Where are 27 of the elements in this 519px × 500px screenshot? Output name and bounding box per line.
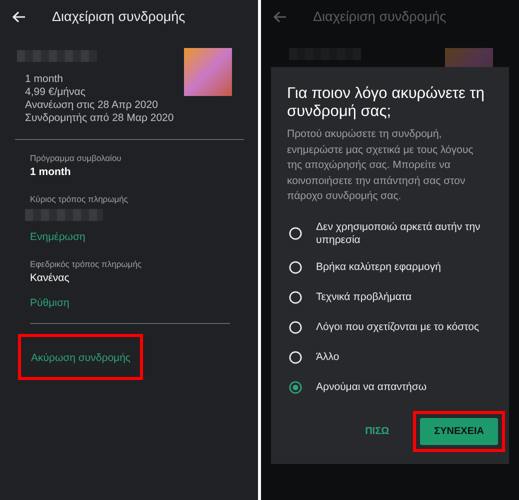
action-link[interactable]: Ενημέρωση (30, 230, 228, 246)
option-label[interactable]: Βρήκα καλύτερη εφαρμογή (316, 261, 441, 274)
detail-text: 4,99 €/μήνας (25, 86, 86, 99)
field-value: 1 month (30, 164, 72, 180)
field-label: Κύριος τρόπος πληρωμής (30, 192, 129, 206)
option-label[interactable]: Δεν χρησιμοποιώ αρκετά αυτήν την υπηρεσία (316, 220, 493, 246)
dialog-description: Προτού ακυρώσετε τη συνδρομή, ενημερώστε μας σχετικά με τους λόγους της αποχώρησής σας. Μπορείτε να κοινοποιήσετε την απάντησή σας στον πάροχο συνδρομής σας. (287, 127, 474, 204)
screen-title: Διαχείριση συνδρομής (52, 8, 186, 26)
dialog-title: Για ποιον λόγο ακυρώνετε τη συνδρομή σας; (287, 85, 486, 121)
background-title: Διαχείριση συνδρομής (313, 8, 446, 26)
back-icon[interactable] (12, 11, 26, 23)
option-label[interactable]: Λόγοι που σχετίζονται με το κόστος (316, 321, 480, 334)
option-label[interactable]: Τεχνικά προβλήματα (316, 291, 412, 304)
field-value: Κανένας (30, 270, 70, 286)
action-link[interactable]: Ρύθμιση (30, 296, 228, 312)
continue-button[interactable]: ΣΥΝΕΧΕΙΑ (420, 418, 498, 444)
option-label[interactable]: Άλλο (316, 351, 340, 364)
back-button[interactable]: ΠΙΣΩ (357, 420, 398, 442)
blurred-app-image (184, 48, 232, 96)
detail-text: Συνδρομητής από 28 Μαρ 2020 (25, 112, 174, 125)
field-label: Εφεδρικός τρόπος πληρωμής (30, 258, 143, 271)
option-label[interactable]: Αρνούμαι να απαντήσω (316, 381, 427, 394)
field-label: Πρόγραμμα συμβολαίου (30, 152, 122, 165)
cancel-subscription-link[interactable]: Ακύρωση συνδρομής (31, 352, 130, 364)
radio-button[interactable] (289, 381, 302, 394)
detail-text: Ανανέωση στις 28 Απρ 2020 (25, 99, 159, 112)
detail-text: 1 month (25, 73, 64, 86)
